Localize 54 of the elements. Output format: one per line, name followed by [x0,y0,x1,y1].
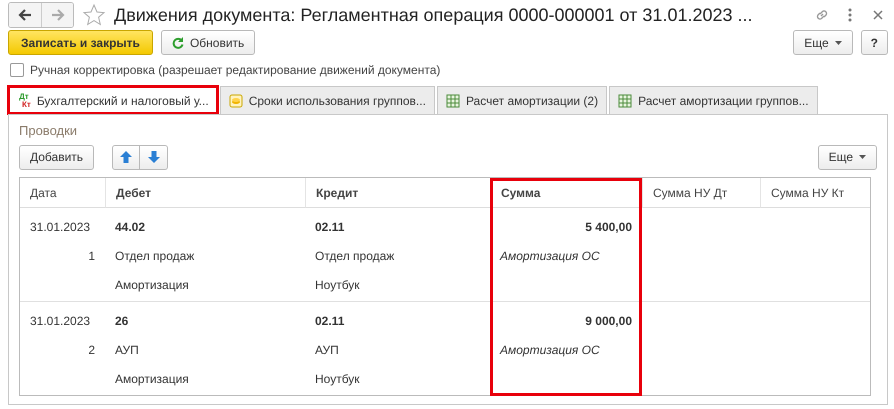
refresh-button[interactable]: Обновить [160,30,256,55]
back-button[interactable] [9,3,41,27]
more-button[interactable]: Еще [818,144,877,170]
column-header[interactable]: Дата [20,178,105,208]
forward-arrow-icon [50,9,64,21]
table-cell-text: Амортизация [115,370,190,388]
column-header[interactable]: Сумма НУ Дт [642,178,760,208]
coins-icon [228,94,243,108]
table-cell-text: АУП [115,342,140,358]
column-header[interactable]: Сумма НУ Кт [760,178,870,208]
table-cell-text: 5 400,00 [584,218,632,236]
add-button[interactable]: Добавить [19,144,94,170]
table-cell-text: 1 [87,248,95,264]
table-cell-text: Ноутбук [315,276,361,294]
table-cell-text: Амортизация ОС [500,248,601,264]
save-and-close-button[interactable]: Записать и закрыть [8,30,153,55]
section-title: Проводки [19,123,78,140]
refresh-icon [172,36,184,48]
debit-credit-icon: Дт Кт [17,92,31,108]
table-cell-text: Ноутбук [315,370,361,388]
window-title: Движения документа: Регламентная операция 0000-000001 от 31.01.2023 ... [114,4,754,26]
back-arrow-icon [18,9,32,21]
table-cell-text: 9 000,00 [584,312,632,330]
caret-icon [859,155,866,159]
more-button[interactable]: Еще [793,30,853,55]
column-header[interactable]: Дебет [105,178,305,208]
column-header[interactable]: Сумма [490,178,642,208]
table-cell-text: АУП [315,342,340,358]
table-cell-text: Отдел продаж [315,248,396,264]
tab[interactable]: Расчет амортизации (2) [436,86,608,114]
tab[interactable]: Сроки использования группов... [220,86,435,114]
table-cell-text: Отдел продаж [115,248,196,264]
table-cell-text: Амортизация [115,276,190,294]
down-arrow-icon [148,151,160,163]
help-button[interactable]: ? [860,30,888,55]
table-icon [446,94,460,108]
table-cell-text: 26 [115,312,130,330]
table-cell-text: 31.01.2023 [30,218,92,236]
table-cell-text: Амортизация ОС [500,342,601,358]
table-cell-text: 02.11 [315,218,346,236]
move-up-button[interactable] [112,144,140,170]
table-cell-text: 02.11 [315,312,346,330]
table-cell-text: 2 [87,342,95,358]
caret-icon [834,40,842,44]
up-arrow-icon [120,151,132,163]
checkbox-label: Ручная корректировка (разрешает редактирование движений документа) [30,62,440,76]
checkbox[interactable] [10,62,24,76]
table-icon [618,94,632,108]
move-down-button[interactable] [140,144,168,170]
star-icon[interactable] [82,3,106,27]
tab[interactable]: Расчет амортизации группов... [609,86,818,114]
table-cell-text: 44.02 [115,218,146,236]
table-cell-text: 31.01.2023 [30,312,92,330]
column-header[interactable]: Кредит [305,178,490,208]
